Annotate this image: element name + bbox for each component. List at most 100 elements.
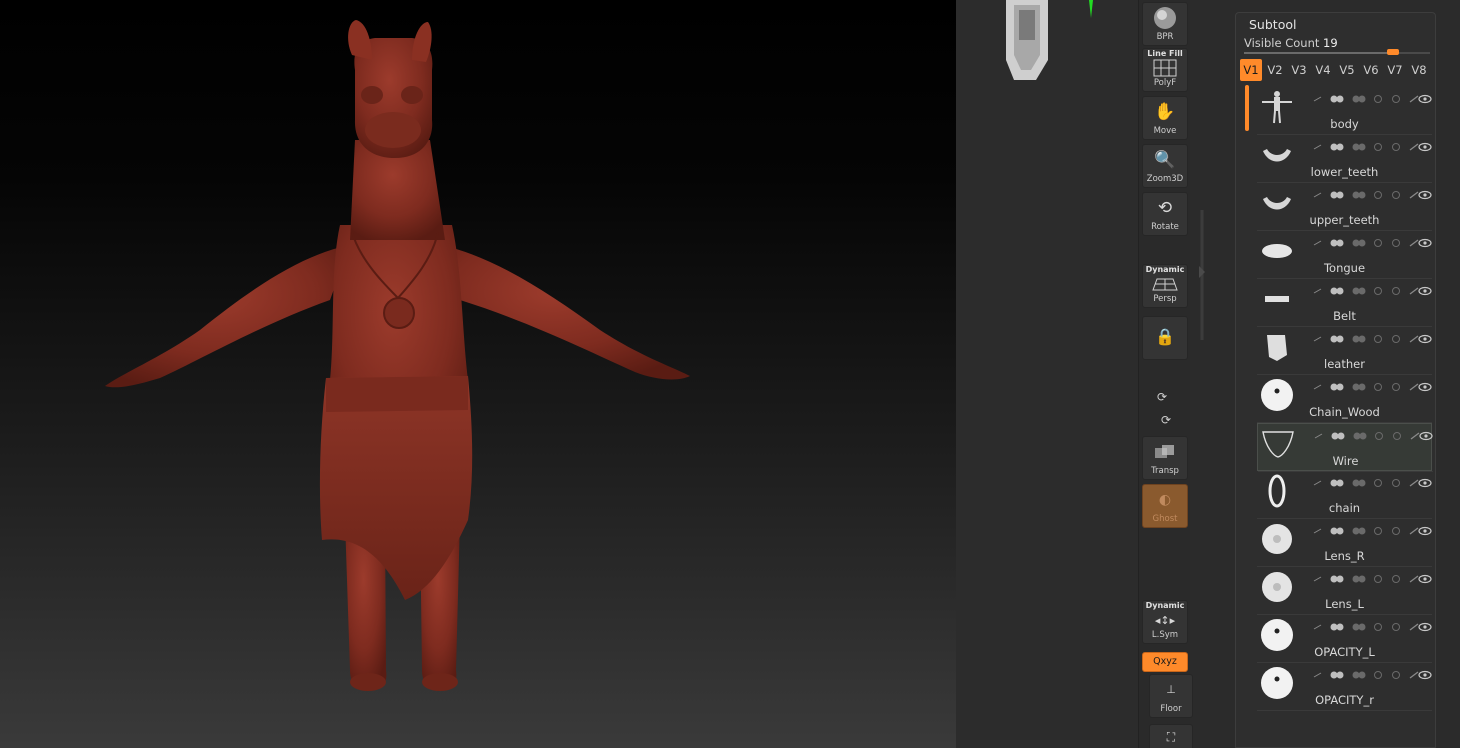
visible-count-knob[interactable]	[1386, 49, 1399, 55]
subtool-row-body[interactable]: body	[1257, 87, 1432, 135]
perspective-grid-icon	[1152, 278, 1178, 291]
ghost-icon: ◐	[1158, 491, 1172, 508]
floor-label: Floor	[1160, 704, 1182, 714]
version-tab-v5[interactable]: V5	[1336, 59, 1358, 81]
subtool-controls[interactable]	[1312, 281, 1432, 296]
version-tab-v3[interactable]: V3	[1288, 59, 1310, 81]
subtool-row-lower_teeth[interactable]: lower_teeth	[1257, 135, 1432, 183]
subtool-row-chain[interactable]: chain	[1257, 471, 1432, 519]
subtool-name: OPACITY_L	[1314, 645, 1375, 659]
subtool-row-opacity_l[interactable]: OPACITY_L	[1257, 615, 1432, 663]
subtool-name: OPACITY_r	[1315, 693, 1374, 707]
floor-icon: ⊥	[1166, 683, 1176, 696]
subtool-controls[interactable]	[1312, 185, 1432, 200]
bpr-button[interactable]: BPR	[1142, 2, 1188, 46]
rotate-y-icon[interactable]: ⟳	[1157, 390, 1167, 404]
rotate-button[interactable]: ⟲ Rotate	[1142, 192, 1188, 236]
canvas-viewport[interactable]	[0, 0, 956, 748]
floor-button[interactable]: ⊥ Floor	[1149, 674, 1193, 718]
version-tab-v8[interactable]: V8	[1408, 59, 1430, 81]
version-tab-v2[interactable]: V2	[1264, 59, 1286, 81]
subtool-controls[interactable]	[1312, 233, 1432, 248]
subtool-name: Belt	[1333, 309, 1356, 323]
subtool-controls[interactable]	[1312, 665, 1432, 680]
subtool-controls-icon	[1313, 382, 1432, 392]
subtool-controls-icon	[1313, 142, 1432, 152]
transp-button[interactable]: Transp	[1142, 436, 1188, 480]
subtool-controls[interactable]	[1312, 137, 1432, 152]
frame-icon: ⛶	[1166, 730, 1176, 744]
subtool-controls-icon	[1313, 574, 1432, 584]
shelf-scrollbar[interactable]	[1196, 210, 1208, 340]
xyz-label: Qxyz	[1153, 656, 1177, 667]
subtool-panel: Subtool Visible Count 19 V1 V2 V3 V4 V5 V6 V7 V…	[1235, 12, 1436, 748]
bpr-label: BPR	[1156, 32, 1174, 42]
subtool-row-lens_l[interactable]: Lens_L	[1257, 567, 1432, 615]
subtool-controls[interactable]	[1312, 89, 1432, 104]
subtool-controls-icon	[1313, 334, 1432, 344]
subtool-row-lens_r[interactable]: Lens_R	[1257, 519, 1432, 567]
subtool-controls[interactable]	[1313, 426, 1433, 441]
zoom3d-label: Zoom3D	[1146, 174, 1184, 184]
linefill-label: Line Fill	[1147, 49, 1183, 58]
subtool-title[interactable]: Subtool	[1249, 17, 1296, 32]
subtool-row-chain_wood[interactable]: Chain_Wood	[1257, 375, 1432, 423]
transp-label: Transp	[1151, 466, 1179, 476]
subtool-controls-icon	[1313, 670, 1432, 680]
subtool-controls-icon	[1313, 238, 1432, 248]
version-tab-v1[interactable]: V1	[1240, 59, 1262, 81]
visible-count-label: Visible Count	[1244, 36, 1320, 50]
subtool-name: Tongue	[1323, 261, 1366, 275]
subtool-row-leather[interactable]: leather	[1257, 327, 1432, 375]
version-tab-v7[interactable]: V7	[1384, 59, 1406, 81]
subtool-row-tongue[interactable]: Tongue	[1257, 231, 1432, 279]
nav-cube-icon[interactable]	[956, 0, 1138, 90]
move-label: Move	[1153, 126, 1177, 136]
subtool-controls-icon	[1313, 478, 1432, 488]
magnifier-icon: 🔍	[1154, 149, 1176, 170]
subtool-controls[interactable]	[1312, 521, 1432, 536]
version-tabs: V1 V2 V3 V4 V5 V6 V7 V8	[1240, 59, 1430, 81]
subtool-row-upper_teeth[interactable]: upper_teeth	[1257, 183, 1432, 231]
rotate-label: Rotate	[1151, 222, 1179, 232]
persp-button[interactable]: Dynamic Persp	[1142, 264, 1188, 308]
ghost-button[interactable]: ◐ Ghost	[1142, 484, 1188, 528]
visible-count-slider[interactable]	[1244, 49, 1430, 55]
subtool-row-opacity_r[interactable]: OPACITY_r	[1257, 663, 1432, 711]
subtool-controls-icon	[1313, 190, 1432, 200]
ghost-label: Ghost	[1152, 514, 1178, 524]
xyz-button[interactable]: Qxyz	[1142, 652, 1188, 672]
subtool-name: Lens_L	[1325, 597, 1364, 611]
subtool-row-belt[interactable]: Belt	[1257, 279, 1432, 327]
subtool-name: chain	[1328, 501, 1361, 515]
y-axis-icon	[1089, 0, 1093, 18]
zoom3d-button[interactable]: 🔍 Zoom3D	[1142, 144, 1188, 188]
nav-area	[956, 0, 1138, 748]
frame-button[interactable]: ⛶	[1149, 724, 1193, 748]
subtool-controls[interactable]	[1312, 617, 1432, 632]
lock-camera-button[interactable]: 🔒	[1142, 316, 1188, 360]
subtool-controls[interactable]	[1312, 329, 1432, 344]
llama-model	[105, 20, 690, 691]
lock-camera-icon: 🔒	[1155, 327, 1175, 346]
subtool-controls[interactable]	[1312, 473, 1432, 488]
subtool-controls-icon	[1314, 431, 1433, 441]
polyf-button[interactable]: Line Fill PolyF	[1142, 48, 1188, 92]
subtool-name: leather	[1324, 357, 1365, 371]
subtool-row-wire[interactable]: Wire	[1257, 423, 1433, 472]
subtool-name: Chain_Wood	[1309, 405, 1380, 419]
rotate-z-icon[interactable]: ⟳	[1161, 413, 1171, 427]
subtool-controls[interactable]	[1312, 569, 1432, 584]
version-tab-v6[interactable]: V6	[1360, 59, 1382, 81]
subtool-controls[interactable]	[1312, 377, 1432, 392]
move-button[interactable]: ✋ Move	[1142, 96, 1188, 140]
subtool-controls-icon	[1313, 286, 1432, 296]
subtool-controls-icon	[1313, 526, 1432, 536]
lsym-dynamic-label: Dynamic	[1145, 601, 1185, 610]
version-tab-v4[interactable]: V4	[1312, 59, 1334, 81]
rotate-icon: ⟲	[1157, 197, 1173, 218]
lsym-button[interactable]: Dynamic ◂↕▸ L.Sym	[1142, 600, 1188, 644]
active-subtool-indicator	[1245, 85, 1249, 131]
subtool-name: upper_teeth	[1309, 213, 1380, 227]
subtool-name: lower_teeth	[1310, 165, 1379, 179]
